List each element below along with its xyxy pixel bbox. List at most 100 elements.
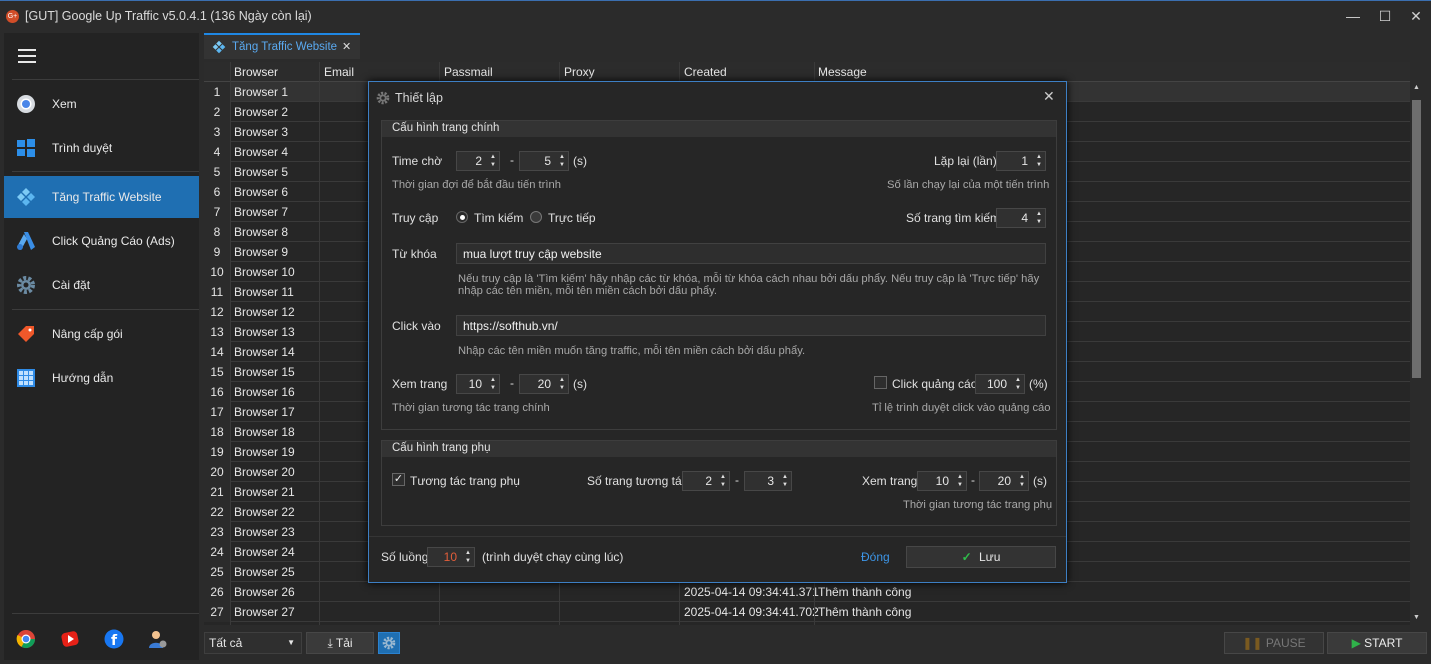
view-max-stepper[interactable]: 20: [519, 374, 569, 394]
row-number: 16: [204, 382, 230, 402]
hamburger-menu-icon[interactable]: [18, 49, 36, 63]
load-button[interactable]: ⤓ Tải: [306, 632, 374, 654]
start-button[interactable]: ▶ START: [1327, 632, 1427, 654]
access-search-radio[interactable]: [456, 211, 468, 223]
table-row[interactable]: 27 Browser 27 2025-04-14 09:34:41.702 Thêm …: [204, 602, 1410, 622]
tab-tang-traffic[interactable]: Tăng Traffic Website ✕: [204, 33, 360, 59]
view-page-label: Xem trang: [392, 377, 448, 391]
sidebar-divider: [12, 309, 199, 310]
column-header-email[interactable]: Email: [324, 65, 354, 79]
tab-close-button[interactable]: ✕: [342, 40, 351, 53]
browser-cell: Browser 13: [234, 325, 295, 339]
gear-icon: [17, 276, 35, 294]
start-button-label: START: [1364, 636, 1403, 650]
browser-cell: Browser 5: [234, 165, 289, 179]
browser-cell: Browser 26: [234, 585, 295, 599]
sidebar-item-tang-traffic[interactable]: Tăng Traffic Website: [4, 176, 199, 218]
click-ads-unit: (%): [1029, 377, 1048, 391]
threads-stepper[interactable]: 10: [427, 547, 475, 567]
search-pages-stepper[interactable]: 4: [996, 208, 1046, 228]
sub-interact-checkbox[interactable]: ✓: [392, 473, 405, 486]
gear-icon: [382, 636, 396, 650]
sidebar-item-label: Trình duyệt: [52, 141, 113, 155]
table-scrollbar[interactable]: ▲ ▼: [1410, 82, 1424, 625]
row-number: 12: [204, 302, 230, 322]
row-number: 15: [204, 362, 230, 382]
sidebar-item-cai-dat[interactable]: Cài đặt: [4, 264, 199, 306]
ads-icon: [17, 232, 35, 250]
column-header-created[interactable]: Created: [684, 65, 727, 79]
browser-cell: Browser 10: [234, 265, 295, 279]
sub-pages-max-stepper[interactable]: 3: [744, 471, 792, 491]
row-number: 23: [204, 522, 230, 542]
sidebar-item-click-ads[interactable]: Click Quảng Cáo (Ads): [4, 220, 199, 262]
table-row[interactable]: 26 Browser 26 2025-04-14 09:34:41.371 Thêm …: [204, 582, 1410, 602]
youtube-icon[interactable]: [60, 629, 80, 649]
wait-unit: (s): [573, 154, 587, 168]
click-target-label: Click vào: [392, 319, 441, 333]
click-ads-checkbox[interactable]: [874, 376, 887, 389]
browser-cell: Browser 11: [234, 285, 294, 299]
kodi-icon: [212, 40, 226, 54]
filter-select[interactable]: Tất cả ▼: [204, 632, 302, 654]
browser-cell: Browser 19: [234, 445, 295, 459]
click-ads-stepper[interactable]: 100: [975, 374, 1025, 394]
click-ads-label[interactable]: Click quảng cáo: [892, 377, 977, 391]
sidebar-item-trinh-duyet[interactable]: Trình duyệt: [4, 127, 199, 169]
scrollbar-thumb[interactable]: [1412, 100, 1421, 378]
save-button[interactable]: ✓ Lưu: [906, 546, 1056, 568]
access-direct-radio[interactable]: [530, 211, 542, 223]
main-config-section: Cấu hình trang chính Time chờ 2 - 5 (s) …: [381, 120, 1057, 430]
column-divider: [319, 62, 320, 625]
repeat-stepper[interactable]: 1: [996, 151, 1046, 171]
window-title: [GUT] Google Up Traffic v5.0.4.1 (136 Ng…: [25, 9, 312, 23]
sub-view-min-stepper[interactable]: 10: [917, 471, 967, 491]
row-number: 24: [204, 542, 230, 562]
play-icon: ▶: [1351, 636, 1361, 650]
facebook-icon[interactable]: f: [104, 629, 124, 649]
windows-icon: [17, 139, 35, 157]
sub-view-max-stepper[interactable]: 20: [979, 471, 1029, 491]
dialog-close-button[interactable]: ✕: [1043, 88, 1055, 105]
sidebar-item-nang-cap[interactable]: Nâng cấp gói: [4, 313, 199, 355]
support-icon[interactable]: [148, 629, 168, 649]
row-number: 5: [204, 162, 230, 182]
access-direct-label[interactable]: Trực tiếp: [548, 211, 596, 225]
wait-min-stepper[interactable]: 2: [456, 151, 500, 171]
settings-button[interactable]: [378, 632, 400, 654]
sidebar-item-xem[interactable]: Xem: [4, 83, 199, 125]
column-header-browser[interactable]: Browser: [234, 65, 278, 79]
column-header-passmail[interactable]: Passmail: [444, 65, 493, 79]
sidebar-item-huong-dan[interactable]: Hướng dẫn: [4, 357, 199, 399]
row-number: 20: [204, 462, 230, 482]
repeat-hint: Số lần chạy lại của một tiến trình: [887, 179, 1050, 191]
browser-cell: Browser 8: [234, 225, 289, 239]
sidebar-item-label: Hướng dẫn: [52, 371, 114, 385]
wait-max-stepper[interactable]: 5: [519, 151, 569, 171]
sub-view-hint: Thời gian tương tác trang phụ: [903, 499, 1053, 511]
click-target-input[interactable]: https://softhub.vn/: [456, 315, 1046, 336]
close-window-button[interactable]: ✕: [1401, 5, 1431, 27]
sub-view-unit: (s): [1033, 474, 1047, 488]
row-number: 4: [204, 142, 230, 162]
repeat-label: Lặp lại (lần): [934, 154, 997, 168]
sub-view-label: Xem trang: [862, 474, 918, 488]
browser-cell: Browser 17: [234, 405, 295, 419]
sub-pages-min-stepper[interactable]: 2: [682, 471, 730, 491]
access-search-label[interactable]: Tìm kiếm: [474, 211, 523, 225]
pause-button[interactable]: ❚❚ PAUSE: [1224, 632, 1324, 654]
sub-interact-label[interactable]: Tương tác trang phụ: [410, 474, 520, 488]
chrome-icon[interactable]: [16, 629, 36, 649]
range-dash: -: [510, 153, 514, 167]
column-header-message[interactable]: Message: [818, 65, 867, 79]
view-min-stepper[interactable]: 10: [456, 374, 500, 394]
column-header-proxy[interactable]: Proxy: [564, 65, 595, 79]
minimize-button[interactable]: —: [1338, 5, 1368, 27]
browser-cell: Browser 24: [234, 545, 295, 559]
browser-cell: Browser 21: [234, 485, 295, 499]
threads-hint: (trình duyệt chạy cùng lúc): [482, 550, 624, 564]
keyword-input[interactable]: mua lượt truy cập website: [456, 243, 1046, 264]
click-ads-hint: Tỉ lệ trình duyệt click vào quảng cáo: [872, 402, 1051, 414]
dialog-close-link[interactable]: Đóng: [861, 550, 890, 564]
maximize-button[interactable]: ☐: [1370, 5, 1400, 27]
